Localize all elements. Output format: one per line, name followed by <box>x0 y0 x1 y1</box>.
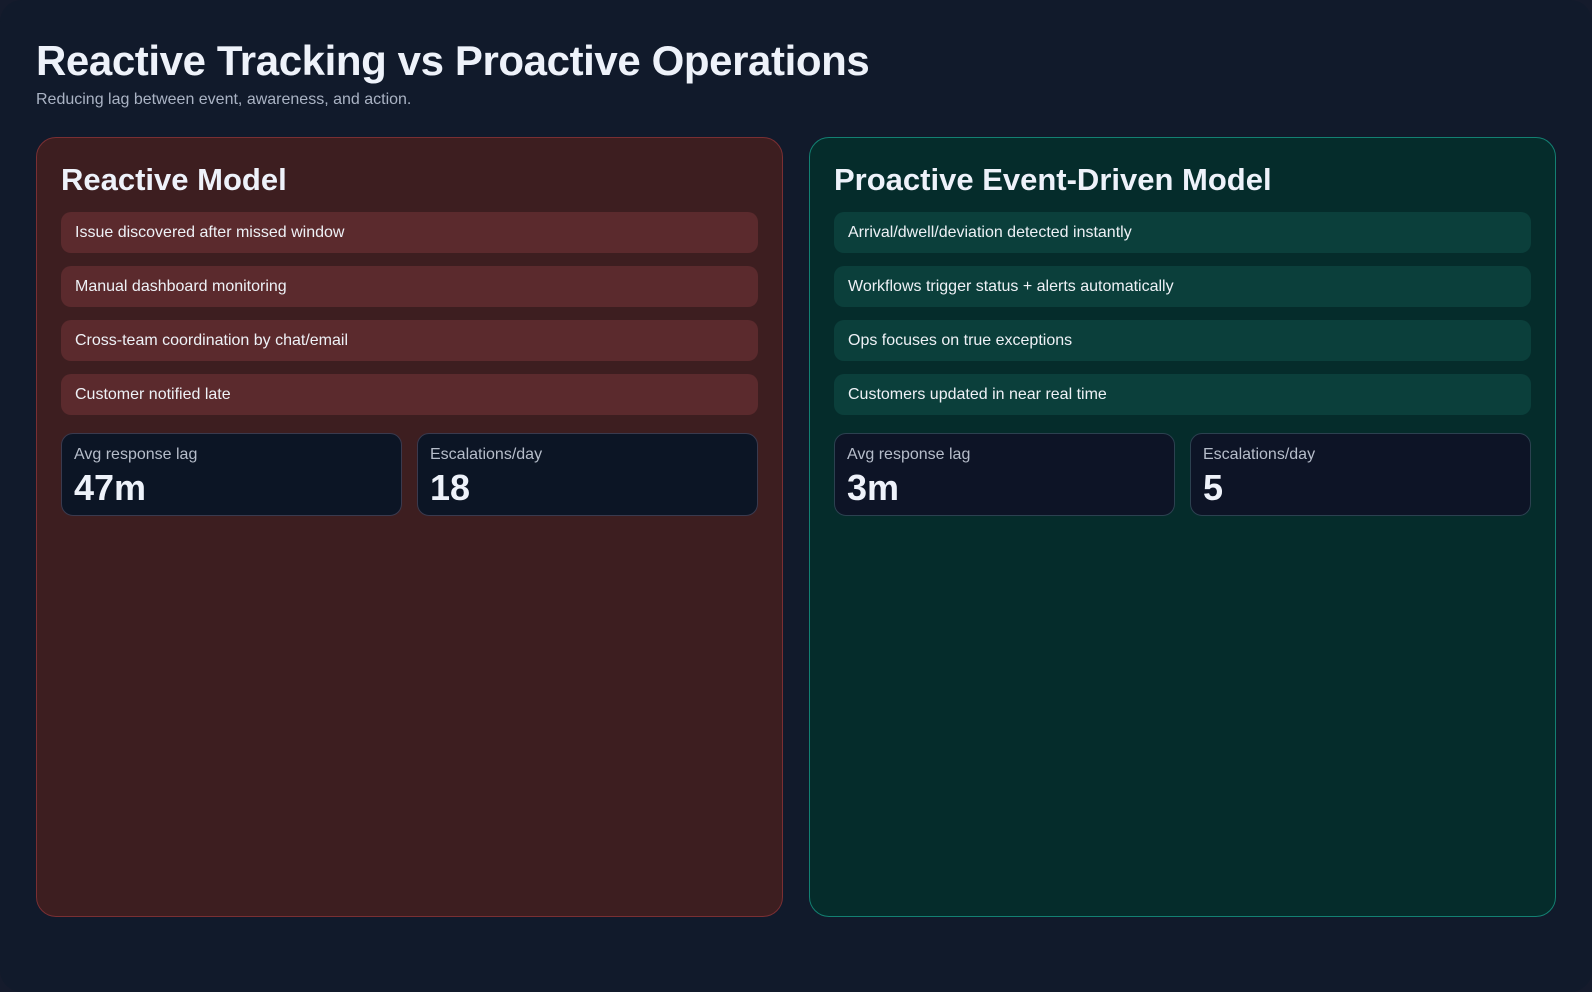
proactive-panel-title: Proactive Event-Driven Model <box>834 162 1272 197</box>
proactive-model-panel: Proactive Event-Driven Model Arrival/dwe… <box>809 137 1556 917</box>
metric-value: 18 <box>430 467 471 508</box>
reactive-panel-title: Reactive Model <box>61 162 287 197</box>
reactive-item: Issue discovered after missed window <box>61 212 758 253</box>
comparison-frame: Reactive Tracking vs Proactive Operation… <box>0 0 1592 992</box>
proactive-escalations-card: Escalations/day 5 <box>1190 433 1531 516</box>
reactive-item: Manual dashboard monitoring <box>61 266 758 307</box>
proactive-metrics: Avg response lag 3m Escalations/day 5 <box>834 433 1531 516</box>
metric-label: Escalations/day <box>430 446 543 463</box>
proactive-item: Workflows trigger status + alerts automa… <box>834 266 1531 307</box>
reactive-metrics: Avg response lag 47m Escalations/day 18 <box>61 433 758 516</box>
reactive-escalations-card: Escalations/day 18 <box>417 433 758 516</box>
metric-label: Avg response lag <box>847 446 971 463</box>
reactive-model-panel: Reactive Model Issue discovered after mi… <box>36 137 783 917</box>
metric-value: 47m <box>74 467 147 508</box>
page-subtitle: Reducing lag between event, awareness, a… <box>36 91 412 108</box>
metric-label: Escalations/day <box>1203 446 1316 463</box>
reactive-item: Cross-team coordination by chat/email <box>61 320 758 361</box>
metric-value: 3m <box>847 467 900 508</box>
page-title: Reactive Tracking vs Proactive Operation… <box>36 37 870 84</box>
reactive-item: Customer notified late <box>61 374 758 415</box>
metric-label: Avg response lag <box>74 446 198 463</box>
proactive-item: Customers updated in near real time <box>834 374 1531 415</box>
proactive-response-lag-card: Avg response lag 3m <box>834 433 1175 516</box>
reactive-response-lag-card: Avg response lag 47m <box>61 433 402 516</box>
metric-value: 5 <box>1203 467 1224 508</box>
proactive-item: Ops focuses on true exceptions <box>834 320 1531 361</box>
proactive-item: Arrival/dwell/deviation detected instant… <box>834 212 1531 253</box>
